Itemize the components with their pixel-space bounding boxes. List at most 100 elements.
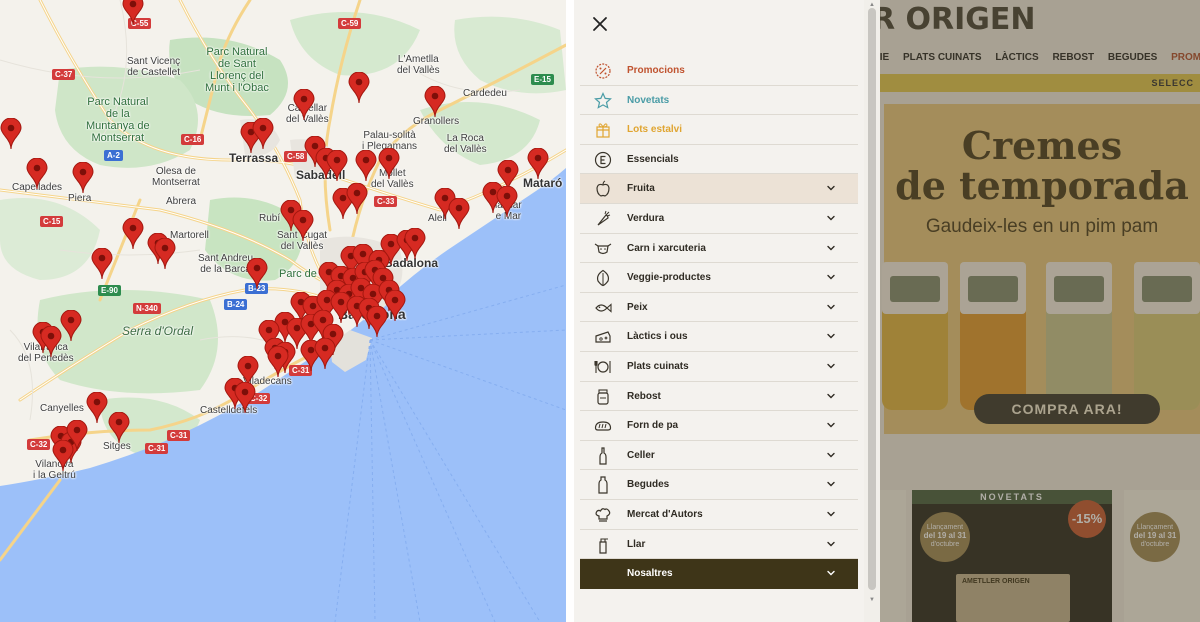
menu-item-begudes[interactable]: Begudes: [580, 470, 858, 500]
menu-item-carn-i-xarcuteria[interactable]: Carn i xarcuteria: [580, 234, 858, 264]
menu-item-label: Peix: [627, 301, 648, 313]
plate-cutlery-icon: [594, 360, 611, 373]
menu-item-label: Fruita: [627, 183, 655, 195]
menu-item-essencials[interactable]: Essencials: [580, 145, 858, 175]
road-shield: N-340: [133, 303, 161, 314]
menu-item-fruita[interactable]: Fruita: [580, 174, 858, 204]
map-pin-icon[interactable]: [496, 186, 518, 218]
chevron-down-icon[interactable]: [826, 539, 836, 549]
menu-item-rebost[interactable]: Rebost: [580, 382, 858, 412]
place-rubi: Rubí: [259, 213, 281, 224]
category-menu-drawer: Promocions Novetats Lots estalvi Essencials…: [574, 0, 864, 622]
map-pin-icon[interactable]: [314, 338, 336, 370]
map-pin-icon[interactable]: [86, 392, 108, 424]
website-panel: R ORIGEN GIE PLATS CUINATS LÀCTICS REBOS…: [566, 0, 1200, 622]
map-pin-icon[interactable]: [154, 238, 176, 270]
menu-item-promocions[interactable]: Promocions: [580, 56, 858, 86]
road-shield: B-24: [224, 299, 248, 310]
map-pin-icon[interactable]: [404, 228, 426, 260]
gift-box-icon: [596, 123, 610, 138]
chevron-down-icon[interactable]: [826, 450, 836, 460]
chevron-down-icon[interactable]: [826, 213, 836, 223]
cow-icon: [594, 243, 612, 254]
star-icon: [594, 91, 612, 109]
bread-icon: [594, 421, 612, 431]
map-pin-icon[interactable]: [246, 258, 268, 290]
menu-item-nosaltres[interactable]: Nosaltres: [580, 559, 858, 589]
map-pin-icon[interactable]: [108, 412, 130, 444]
map-pin-icon[interactable]: [292, 210, 314, 242]
map-pin-icon[interactable]: [348, 72, 370, 104]
menu-item-lots-estalvi[interactable]: Lots estalvi: [580, 115, 858, 145]
map-pin-icon[interactable]: [355, 150, 377, 182]
road-shield: C-59: [338, 18, 362, 29]
map-pin-icon[interactable]: [346, 183, 368, 215]
map-pin-icon[interactable]: [293, 89, 315, 121]
place-terrassa: Terrassa: [229, 151, 279, 165]
map-pin-icon[interactable]: [252, 118, 274, 150]
menu-item-llar[interactable]: Llar: [580, 530, 858, 560]
place-sant-andreu: Sant Andreu de la Barca: [198, 253, 254, 275]
chevron-down-icon[interactable]: [826, 331, 836, 341]
map-pin-icon[interactable]: [527, 148, 549, 180]
menu-item-label: Begudes: [627, 479, 670, 491]
screenshot-root: Sant Vicenç de Castellet Parc Natural de S…: [0, 0, 1200, 622]
map-pin-icon[interactable]: [72, 162, 94, 194]
map-pin-icon[interactable]: [234, 382, 256, 414]
menu-item-label: Forn de pa: [627, 420, 679, 432]
chevron-down-icon[interactable]: [826, 361, 836, 371]
chevron-down-icon[interactable]: [826, 243, 836, 253]
place-piera: Piera: [68, 193, 92, 204]
menu-item-label: Verdura: [627, 212, 665, 224]
map-pin-icon[interactable]: [52, 440, 74, 472]
store-locations-map[interactable]: Sant Vicenç de Castellet Parc Natural de S…: [0, 0, 566, 622]
modal-overlay[interactable]: [872, 0, 1200, 622]
map-pin-icon[interactable]: [26, 158, 48, 190]
chevron-down-icon[interactable]: [826, 302, 836, 312]
menu-item-peix[interactable]: Peix: [580, 293, 858, 323]
scrollbar-thumb[interactable]: [868, 8, 876, 590]
menu-item-label: Làctics i ous: [627, 331, 688, 343]
map-pin-icon[interactable]: [378, 148, 400, 180]
chevron-down-icon[interactable]: [826, 479, 836, 489]
chevron-down-icon[interactable]: [826, 568, 836, 578]
wine-bottle-icon: [599, 447, 607, 465]
road-shield: A-2: [104, 150, 123, 161]
menu-item-forn-de-pa[interactable]: Forn de pa: [580, 411, 858, 441]
menu-item-plats-cuinats[interactable]: Plats cuinats: [580, 352, 858, 382]
menu-scrollbar[interactable]: ▲ ▼: [864, 0, 880, 622]
map-pin-icon[interactable]: [424, 86, 446, 118]
chevron-down-icon[interactable]: [826, 420, 836, 430]
map-pin-icon[interactable]: [91, 248, 113, 280]
map-pin-icon[interactable]: [0, 118, 22, 150]
map-pin-icon[interactable]: [40, 326, 62, 358]
menu-item-veggie-productes[interactable]: Veggie-productes: [580, 263, 858, 293]
menu-item-verdura[interactable]: Verdura: [580, 204, 858, 234]
map-pin-icon[interactable]: [122, 218, 144, 250]
cheese-icon: [595, 331, 611, 343]
road-shield: E-90: [98, 285, 121, 296]
close-icon[interactable]: [590, 14, 610, 34]
leaf-icon: [596, 269, 610, 287]
spray-bottle-icon: [599, 537, 608, 554]
menu-item-celler[interactable]: Celler: [580, 441, 858, 471]
chevron-down-icon[interactable]: [826, 509, 836, 519]
badge-percent-icon: [595, 63, 611, 79]
map-pin-icon[interactable]: [448, 198, 470, 230]
chef-hat-icon: [595, 508, 611, 522]
chevron-down-icon[interactable]: [826, 183, 836, 193]
chevron-down-icon[interactable]: [826, 391, 836, 401]
map-pin-icon[interactable]: [366, 306, 388, 338]
map-pin-icon[interactable]: [60, 310, 82, 342]
chevron-down-icon[interactable]: [826, 272, 836, 282]
scroll-down-arrow-icon[interactable]: ▼: [868, 597, 876, 603]
menu-item-mercat-d-autors[interactable]: Mercat d'Autors: [580, 500, 858, 530]
place-canyelles: Canyelles: [40, 403, 84, 414]
menu-item-l-ctics-i-ous[interactable]: Làctics i ous: [580, 322, 858, 352]
road-shield: C-37: [52, 69, 76, 80]
place-cardedeu: Cardedeu: [463, 88, 507, 99]
map-pin-icon[interactable]: [326, 150, 348, 182]
menu-item-novetats[interactable]: Novetats: [580, 86, 858, 116]
map-pin-icon[interactable]: [122, 0, 144, 26]
map-pin-icon[interactable]: [267, 346, 289, 378]
